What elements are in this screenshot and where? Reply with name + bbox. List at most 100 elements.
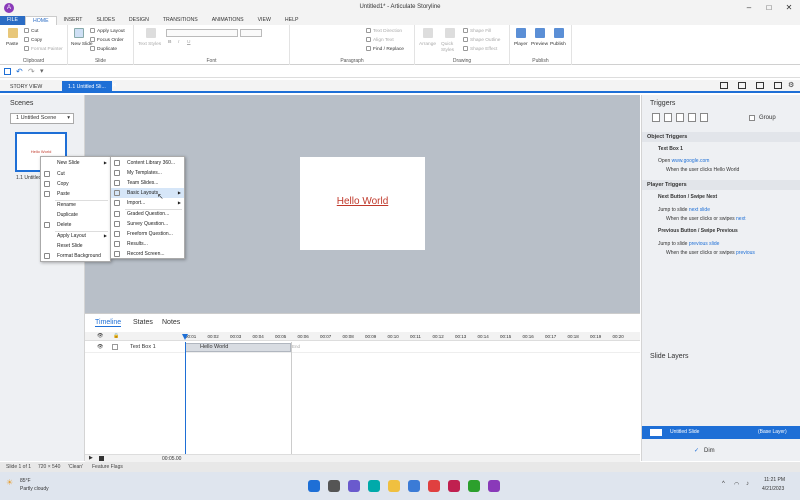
focus-order-button[interactable]: Focus Order [90, 37, 124, 43]
hello-world-text[interactable]: Hello World [300, 196, 425, 207]
shape-outline-button[interactable]: Shape Outline [463, 37, 500, 43]
layout-view-icon[interactable] [720, 82, 728, 89]
eye-icon[interactable]: 👁 [97, 333, 103, 339]
tab-slides[interactable]: SLIDES [89, 16, 121, 25]
tab-states[interactable]: States [133, 319, 153, 326]
story-view-tab[interactable]: STORY VIEW [4, 81, 48, 93]
tab-design[interactable]: DESIGN [122, 16, 156, 25]
tab-notes[interactable]: Notes [162, 319, 180, 326]
cut-button[interactable]: Cut [24, 28, 38, 34]
menu-apply-layout[interactable]: Apply Layout ▶ [41, 231, 110, 241]
redo-icon[interactable]: ↷ [28, 67, 35, 76]
underline-button[interactable]: U [187, 40, 190, 45]
next-trigger-title[interactable]: Next Button / Swipe Next [658, 194, 717, 200]
grid-view-icon[interactable] [774, 82, 782, 89]
tab-timeline[interactable]: Timeline [95, 319, 122, 327]
font-size-select[interactable] [240, 29, 262, 37]
shape-effect-button[interactable]: Shape Effect [463, 46, 497, 52]
menu-new-slide[interactable]: New Slide ▶ [41, 158, 110, 168]
format-painter-button[interactable]: Format Painter [24, 46, 63, 52]
stop-icon[interactable] [99, 456, 104, 461]
app-icon-3[interactable] [468, 480, 480, 492]
textbox-trigger-title[interactable]: Text Box 1 [658, 146, 683, 152]
group-checkbox[interactable] [749, 115, 755, 121]
duplicate-button[interactable]: Duplicate [90, 46, 117, 52]
tab-animations[interactable]: ANIMATIONS [205, 16, 251, 25]
slide-tab[interactable]: 1.1 Untitled Sli... [62, 81, 112, 93]
submenu-survey-question[interactable]: Survey Question... [111, 219, 184, 229]
wifi-icon[interactable]: ◠ [734, 481, 739, 488]
teams-icon[interactable] [348, 480, 360, 492]
base-layer-row[interactable]: Untitled Slide (Base Layer) [642, 426, 800, 439]
paste-trigger-icon[interactable] [688, 113, 696, 122]
tab-transitions[interactable]: TRANSITIONS [156, 16, 205, 25]
row-lock-checkbox[interactable] [112, 344, 118, 350]
menu-duplicate[interactable]: Duplicate [41, 210, 110, 220]
quick-styles-button[interactable]: Quick Styles [441, 42, 461, 54]
start-icon[interactable] [308, 480, 320, 492]
apply-layout-button[interactable]: Apply Layout [90, 28, 125, 34]
paste-button[interactable]: Paste [6, 42, 18, 47]
submenu-basic-layouts[interactable]: Basic Layouts ▶ [111, 188, 184, 198]
tab-file[interactable]: FILE [0, 16, 25, 25]
tab-view[interactable]: VIEW [251, 16, 278, 25]
player-button[interactable]: Player [514, 42, 528, 47]
play-icon[interactable]: ▶ [89, 455, 93, 461]
italic-button[interactable]: I [178, 40, 179, 45]
close-button[interactable]: ✕ [782, 2, 796, 13]
submenu-results[interactable]: Results... [111, 239, 184, 249]
delete-trigger-icon[interactable] [700, 113, 708, 122]
store-icon[interactable] [408, 480, 420, 492]
shape-fill-button[interactable]: Shape Fill [463, 28, 491, 34]
menu-cut[interactable]: Cut [41, 169, 110, 179]
minimize-button[interactable]: – [742, 2, 756, 13]
prev-trigger[interactable]: Jump to slide previous slide [658, 241, 719, 247]
font-family-select[interactable] [166, 29, 238, 37]
volume-icon[interactable]: ♪ [746, 481, 749, 487]
submenu-team-slides[interactable]: Team Slides... [111, 178, 184, 188]
submenu-record-screen[interactable]: Record Screen... [111, 249, 184, 259]
maximize-button[interactable]: □ [762, 2, 776, 13]
text-direction-button[interactable]: Text Direction [366, 28, 402, 34]
task-view-icon[interactable] [328, 480, 340, 492]
feature-flags[interactable]: Feature Flags [92, 462, 123, 472]
tab-home[interactable]: HOME [24, 16, 57, 25]
prev-trigger-title[interactable]: Previous Button / Swipe Previous [658, 228, 738, 234]
scene-dropdown[interactable]: 1 Untitled Scene ▾ [10, 113, 74, 124]
arrange-button[interactable]: Arrange [419, 42, 436, 47]
menu-delete[interactable]: Delete [41, 220, 110, 230]
object-triggers-header[interactable]: Object Triggers [642, 132, 800, 142]
close-tab-icon[interactable]: ✕ [112, 82, 117, 89]
menu-reset-slide[interactable]: Reset Slide [41, 241, 110, 251]
menu-format-background[interactable]: Format Background [41, 251, 110, 261]
submenu-graded-question[interactable]: Graded Question... [111, 209, 184, 219]
lock-icon[interactable]: 🔒 [113, 333, 119, 339]
save-icon[interactable] [4, 68, 11, 75]
slide-stage[interactable]: Hello World [300, 157, 425, 250]
panel-view-icon[interactable] [738, 82, 746, 89]
timeline-bar[interactable]: Hello World [185, 343, 291, 352]
timeline-row[interactable]: 👁 Text Box 1 Hello World [85, 342, 640, 353]
preview-button[interactable]: Preview [531, 42, 548, 47]
storyline-taskbar-icon[interactable] [488, 480, 500, 492]
chrome-icon[interactable] [428, 480, 440, 492]
file-explorer-icon[interactable] [388, 480, 400, 492]
edge-icon[interactable] [368, 480, 380, 492]
copy-trigger-icon[interactable] [676, 113, 684, 122]
publish-button[interactable]: Publish [550, 42, 566, 47]
submenu-my-templates[interactable]: My Templates... [111, 168, 184, 178]
new-trigger-icon[interactable] [652, 113, 660, 122]
bold-button[interactable]: B [168, 40, 171, 45]
menu-copy[interactable]: Copy [41, 179, 110, 189]
find-replace-button[interactable]: Find / Replace [366, 46, 404, 52]
submenu-content-library[interactable]: Content Library 360... [111, 158, 184, 168]
app-icon-2[interactable] [448, 480, 460, 492]
tray-chevron-icon[interactable]: ^ [722, 481, 725, 487]
split-view-icon[interactable] [756, 82, 764, 89]
row-eye-icon[interactable]: 👁 [97, 344, 103, 350]
next-trigger[interactable]: Jump to slide next slide [658, 207, 710, 213]
submenu-freeform-question[interactable]: Freeform Question... [111, 229, 184, 239]
align-text-button[interactable]: Align Text [366, 37, 394, 43]
text-styles-button[interactable]: Text Styles [138, 42, 161, 47]
settings-icon[interactable]: ⚙ [788, 81, 794, 89]
